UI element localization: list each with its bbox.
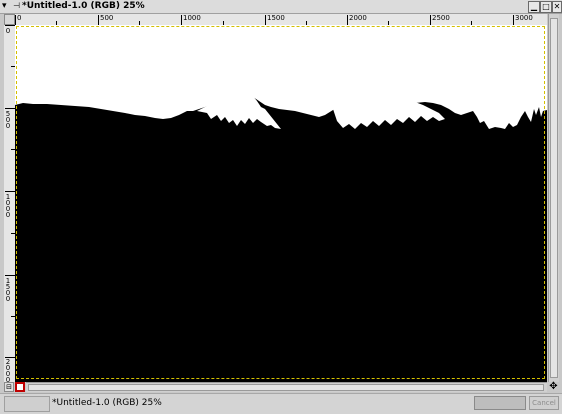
ruler-label: 500: [100, 14, 114, 22]
ruler-label: 1000: [183, 14, 201, 22]
ruler-tick: [5, 108, 15, 109]
ruler-label: 3000: [515, 14, 533, 22]
vertical-scroll-thumb[interactable]: [550, 18, 558, 378]
window-title: *Untitled-1.0 (RGB) 25%: [22, 1, 145, 11]
ruler-tick: [265, 15, 266, 25]
ruler-label: 2000: [349, 14, 367, 22]
maximize-icon[interactable]: □: [540, 1, 552, 13]
ruler-label: 1500: [267, 14, 285, 22]
horizontal-scrollbar[interactable]: [26, 382, 547, 392]
minimize-icon[interactable]: ▁: [528, 1, 540, 13]
ruler-tick: [98, 15, 99, 25]
ruler-label: 0: [17, 14, 22, 22]
ruler-tick: [347, 15, 348, 25]
cancel-button[interactable]: Cancel: [529, 396, 559, 410]
mountain-silhouette-image: [15, 25, 547, 382]
ruler-tick: [430, 15, 431, 25]
pin-icon[interactable]: ⊣: [13, 1, 20, 11]
ruler-label: 2500: [432, 14, 450, 22]
close-icon[interactable]: ✕: [552, 1, 562, 13]
ruler-tick: [513, 15, 514, 25]
ruler-label: 2000: [5, 358, 11, 383]
ruler-label: 0: [5, 27, 11, 35]
ruler-tick: [5, 191, 15, 192]
window-titlebar: ▾ ⊣ *Untitled-1.0 (RGB) 25% ▁ □ ✕: [0, 0, 562, 14]
status-bar: *Untitled-1.0 (RGB) 25% Cancel: [0, 393, 562, 414]
ruler-tick: [5, 275, 15, 276]
mode-indicator-icon[interactable]: [15, 382, 25, 392]
horizontal-scroll-thumb[interactable]: [28, 384, 544, 391]
image-menu-button[interactable]: [4, 14, 15, 25]
menu-arrow-icon[interactable]: ▾: [2, 1, 12, 11]
ruler-label: 1000: [5, 193, 11, 219]
navigate-icon[interactable]: ✥: [548, 382, 559, 392]
status-text: *Untitled-1.0 (RGB) 25%: [52, 398, 162, 408]
image-canvas[interactable]: [15, 25, 547, 382]
progress-bar: [474, 396, 526, 410]
ruler-tick: [5, 25, 15, 26]
vertical-scrollbar[interactable]: [548, 14, 559, 382]
ruler-tick: [181, 15, 182, 25]
quick-mask-toggle-icon[interactable]: ⊟: [4, 382, 14, 392]
pointer-position-box: [4, 396, 50, 412]
ruler-tick: [15, 15, 16, 25]
ruler-label: 1500: [5, 277, 11, 303]
ruler-label: 500: [5, 110, 11, 130]
